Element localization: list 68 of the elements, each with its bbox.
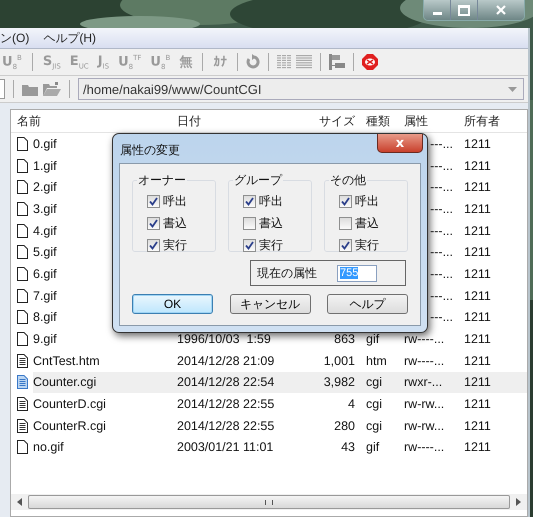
owner-cell: 1211 [464,310,491,324]
owner-cell: 1211 [464,224,491,238]
owner-cell: 1211 [464,136,491,151]
type-cell: cgi [366,397,382,412]
file-name: 3.gif [33,202,57,216]
attribute-cell: rw----... [404,440,444,454]
file-name: CounterD.cgi [33,397,106,412]
owner-cell: 1211 [464,354,491,368]
date-cell: 2014/12/28 22:55 [177,418,274,433]
current-attribute-label: 現在の属性 [257,264,317,282]
attribute-cell: rwxr-... [404,375,442,390]
file-name: 8.gif [33,310,57,324]
type-cell: gif [366,440,380,454]
file-name: 9.gif [33,332,57,346]
date-cell: 2014/12/28 22:54 [177,375,274,390]
size-cell: 1,001 [324,354,355,368]
file-name: no.gif [33,440,64,454]
dialog-title: 属性の変更 [120,142,180,159]
type-cell: cgi [366,375,382,390]
owner-cell: 1211 [464,440,491,454]
attribute-cell: ---... [430,158,453,173]
file-name: 4.gif [33,224,57,238]
size-cell: 863 [334,332,355,346]
file-name: 6.gif [33,266,57,281]
type-cell: htm [366,354,387,368]
attribute-cell: ---... [430,245,453,260]
attribute-cell: ---... [430,310,453,324]
attribute-cell: rw-rw... [404,418,444,433]
size-cell: 3,982 [324,375,355,390]
file-name: 1.gif [33,158,57,173]
size-cell: 280 [334,418,355,433]
owner-cell: 1211 [464,418,491,433]
file-name: 0.gif [33,136,57,151]
group-title: その他 [329,172,367,189]
attribute-cell: rw-rw... [404,397,444,412]
size-cell: 4 [348,397,355,412]
owner-cell: 1211 [464,375,491,390]
attribute-cell: ---... [430,136,453,151]
group-title: グループ [233,172,283,189]
owner-cell: 1211 [464,288,491,303]
group-title: オーナー [137,172,187,189]
file-name: CounterR.cgi [33,418,106,433]
owner-cell: 1211 [464,397,491,412]
owner-cell: 1211 [464,332,491,346]
attribute-cell: ---... [430,288,453,303]
date-cell: 2014/12/28 22:55 [177,397,274,412]
file-name: 7.gif [33,288,57,303]
attribute-cell: ---... [430,266,453,281]
owner-cell: 1211 [464,202,491,216]
owner-cell: 1211 [464,245,491,260]
type-cell: gif [366,332,380,346]
date-cell: 2014/12/28 21:09 [177,354,274,368]
file-name: 5.gif [33,245,57,260]
owner-cell: 1211 [464,158,491,173]
date-cell: 2003/01/21 11:01 [177,440,274,454]
file-name: Counter.cgi [33,375,96,390]
date-cell: 1996/10/03 1:59 [177,332,271,346]
owner-cell: 1211 [464,180,491,194]
attribute-cell: rw----... [404,332,444,346]
size-cell: 43 [341,440,355,454]
owner-cell: 1211 [464,266,491,281]
attribute-cell: ---... [430,180,453,194]
attribute-cell: ---... [430,202,453,216]
attribute-cell: ---... [430,224,453,238]
type-cell: cgi [366,418,382,433]
file-name: 2.gif [33,180,57,194]
attribute-cell: rw----... [404,354,444,368]
file-name: CntTest.htm [33,354,100,368]
